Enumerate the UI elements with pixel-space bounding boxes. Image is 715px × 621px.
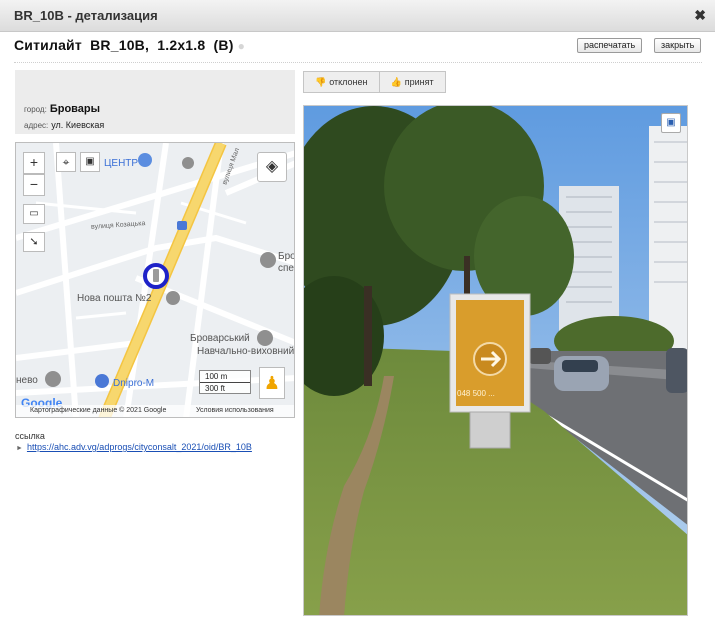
accept-button[interactable]: 👍 принят [378,72,445,92]
pin-icon: ● [237,39,246,53]
map-label-dnipro: Dnipro-M [113,378,155,389]
scale-meters: 100 m [205,372,228,381]
map-widget[interactable]: ЦЕНТР вулиця Козацька вулиця Мал Нова по… [15,142,295,418]
map-canvas[interactable] [16,143,295,418]
link-row: ► https://ahc.adv.vg/adprogs/cityconsalt_… [16,442,252,452]
scale-feet: 300 ft [205,384,226,393]
map-label-right-2: спе [278,263,294,274]
map-terms-link[interactable]: Условия использования [196,405,274,417]
city-row: город: Бровары [24,103,100,115]
print-button[interactable]: распечатать [577,38,643,53]
page-title-text: Ситилайт BR_10B, 1.2x1.8 (B) [14,37,234,53]
zoom-in-button[interactable]: + [23,152,45,174]
city-value: Бровары [49,103,101,115]
map-attribution: Картографические данные © 2021 Google [30,407,167,414]
reject-label: отклонен [329,77,368,87]
permalink[interactable]: https://ahc.adv.vg/adprogs/cityconsalt_2… [27,442,252,452]
reject-button[interactable]: 👎 отклонен [304,72,379,92]
save-icon[interactable]: ▣ [80,152,100,172]
map-label-post: Нова пошта №2 [77,293,152,304]
thumbs-up-icon: 👍 [390,77,402,87]
window-titlebar: BR_10B - детализация ✖ [0,0,715,32]
window-title: BR_10B - детализация [14,8,158,23]
map-scale: 100 m 300 ft [199,370,251,394]
address-label: адрес: [24,121,49,130]
address-row: адрес: ул. Киевская [24,120,104,130]
map-label-right-1: Бро [278,251,295,262]
city-label: город: [24,105,47,114]
save-photo-icon[interactable]: ▣ [661,113,681,133]
bullet-icon: ► [16,445,23,452]
map-label-center: ЦЕНТР [104,158,139,169]
map-label-school-1: Броварський [190,333,250,344]
photo-image: 048 500 ... [304,106,687,615]
close-icon[interactable]: ✖ [694,7,706,24]
thumbs-down-icon: 👎 [315,77,327,87]
page-title: Ситилайт BR_10B, 1.2x1.8 (B) ● [14,37,245,53]
billboard-phone: 048 500 ... [457,389,495,398]
locate-icon[interactable]: ⌖ [56,152,76,172]
close-button[interactable]: закрыть [654,38,702,53]
zoom-out-button[interactable]: − [23,174,45,196]
ruler-icon[interactable]: ▭ [23,204,45,224]
map-label-left-edge: нево [16,375,38,386]
divider [14,62,702,63]
scale-line [200,382,250,383]
accept-label: принят [404,77,434,87]
site-photo: 048 500 ... ▣ [303,105,688,616]
map-attribution-bar: Картографические данные © 2021 Google Ус… [16,405,294,417]
layers-icon[interactable]: ◈ [257,152,287,182]
location-info: город: Бровары адрес: ул. Киевская [15,70,295,134]
pegman-icon[interactable]: ♟ [259,367,285,399]
link-heading: ссылка [15,431,45,441]
address-value: ул. Киевская [51,120,105,130]
arrow-icon[interactable]: ➘ [23,232,45,252]
status-toggle: 👎 отклонен 👍 принят [303,71,446,93]
map-label-school-2: Навчально-виховний... [197,346,295,357]
